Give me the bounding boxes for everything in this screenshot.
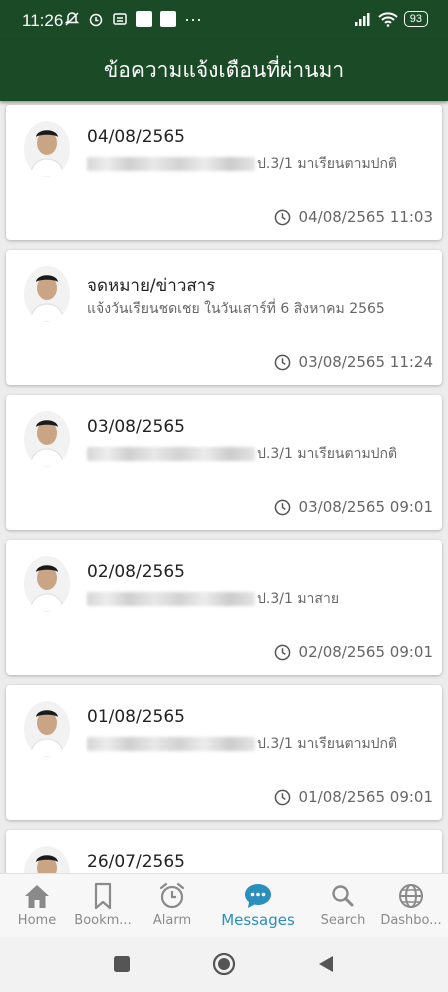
system-navigation-bar [0,937,448,992]
message-title: 01/08/2565 [87,707,185,727]
app-notification-icon [113,13,127,25]
avatar [24,411,70,467]
redacted-student-name [87,447,255,461]
message-card[interactable]: 03/08/2565 ป.3/1 มาเรียนตามปกติ 03/08/25… [6,395,442,530]
message-title: 04/08/2565 [87,127,185,147]
clock-icon [274,789,290,805]
notifications-off-icon [64,12,80,26]
message-subtitle: ป.3/1 มาเรียนตามปกติ [257,156,398,172]
clock-icon [274,499,290,515]
message-title: 26/07/2565 [87,852,185,872]
page-title: ข้อความแจ้งเตือนที่ผ่านมา [103,58,345,82]
search-icon [332,885,354,907]
recent-apps-icon[interactable] [112,954,132,974]
message-subtitle: ป.3/1 มาเรียนตามปกติ [257,736,398,752]
nav-item-search[interactable]: Search [306,874,380,938]
battery-indicator: 93 [403,11,428,27]
nav-label: Search [320,913,366,928]
nav-label: Alarm [152,913,192,928]
message-timestamp: 01/08/2565 09:01 [298,788,433,806]
avatar [24,701,70,757]
nav-item-messages[interactable]: Messages [217,874,299,938]
avatar [24,556,70,612]
message-title: จดหมาย/ข่าวสาร [87,276,216,296]
message-card[interactable]: จดหมาย/ข่าวสาร แจ้งวันเรียนชดเชย ในวันเส… [6,250,442,385]
avatar [24,266,70,322]
back-icon[interactable] [316,954,336,974]
message-title: 02/08/2565 [87,562,185,582]
alarm-icon [159,882,185,909]
signal-icon [354,13,370,26]
notification-square-icon [160,11,176,27]
alarm-clock-icon [89,13,103,27]
clock-icon [274,644,290,660]
more-notifications-icon: ··· [184,9,202,29]
nav-item-home[interactable]: Home [0,874,74,938]
avatar [24,846,70,873]
message-timestamp: 03/08/2565 11:24 [298,353,433,371]
home-icon [25,885,49,908]
home-button-icon[interactable] [212,952,236,976]
message-timestamp: 04/08/2565 11:03 [298,208,433,226]
message-timestamp: 03/08/2565 09:01 [298,498,433,516]
nav-item-bookmarks[interactable]: Bookm... [66,874,140,938]
message-card[interactable]: 01/08/2565 ป.3/1 มาเรียนตามปกติ 01/08/25… [6,685,442,820]
message-subtitle: แจ้งวันเรียนชดเชย ในวันเสาร์ที่ 6 สิงหาค… [87,301,385,317]
status-bar: 11:26 ··· 93 [0,0,448,40]
nav-label: Dashbo... [380,913,442,928]
message-card[interactable]: 04/08/2565 ป.3/1 มาเรียนตามปกติ 04/08/25… [6,105,442,240]
notification-square-icon [136,11,152,27]
nav-item-alarm[interactable]: Alarm [135,874,209,938]
redacted-student-name [87,157,255,171]
nav-item-dashboard[interactable]: Dashbo... [374,874,448,938]
message-subtitle: ป.3/1 มาสาย [257,591,340,607]
message-subtitle: ป.3/1 มาเรียนตามปกติ [257,446,398,462]
clock-icon [274,209,290,225]
message-list[interactable]: 04/08/2565 ป.3/1 มาเรียนตามปกติ 04/08/25… [0,101,448,873]
app-header: ข้อความแจ้งเตือนที่ผ่านมา [0,40,448,101]
bottom-nav: Home Bookm... Alarm Messages Search Dash… [0,873,448,938]
message-timestamp: 02/08/2565 09:01 [298,643,433,661]
redacted-student-name [87,592,255,606]
bookmark-icon [94,882,112,910]
messages-icon [245,884,271,908]
message-card[interactable]: 02/08/2565 ป.3/1 มาสาย 02/08/2565 09:01 [6,540,442,675]
wifi-icon [378,12,398,27]
redacted-student-name [87,737,255,751]
message-card[interactable]: 26/07/2565 [6,830,442,873]
nav-label: Bookm... [74,913,132,928]
clock-icon [274,354,290,370]
status-time: 11:26 [22,11,64,30]
message-title: 03/08/2565 [87,417,185,437]
nav-label: Home [17,913,57,928]
avatar [24,121,70,177]
nav-label: Messages [221,911,295,929]
globe-icon [399,884,423,908]
